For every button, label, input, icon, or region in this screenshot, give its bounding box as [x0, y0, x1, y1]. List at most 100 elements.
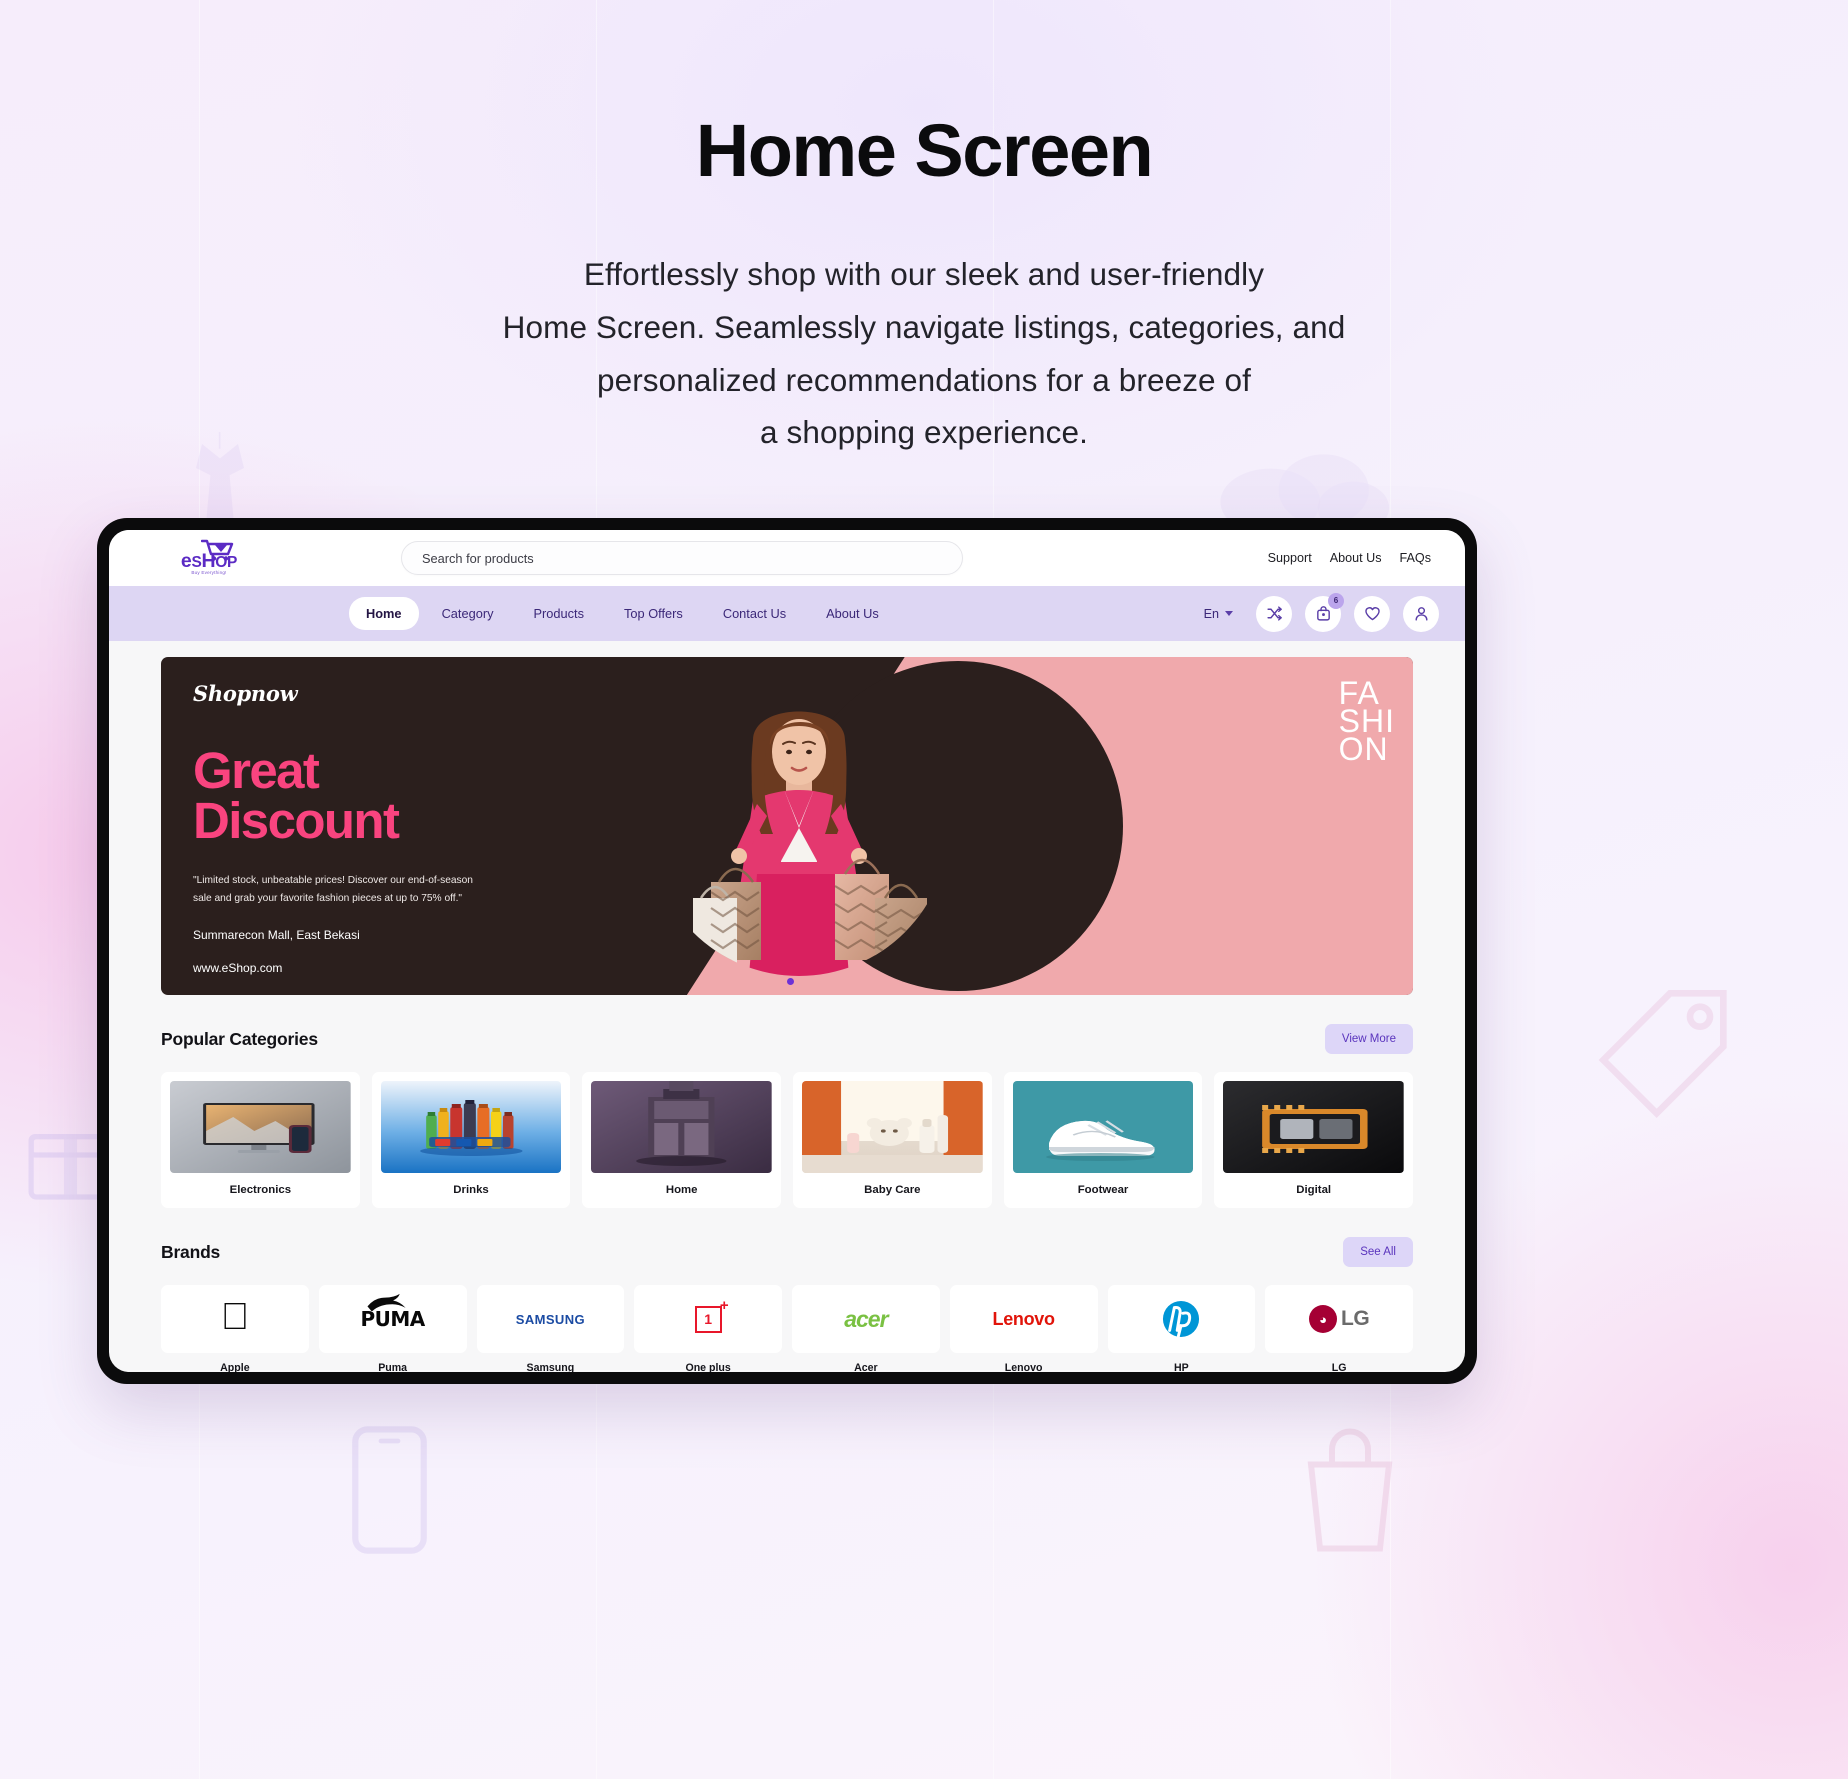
- page-title: Home Screen: [695, 109, 1154, 192]
- category-card-baby-care[interactable]: Baby Care: [793, 1072, 992, 1208]
- brands-section-header: Brands See All: [161, 1237, 1413, 1267]
- view-more-button[interactable]: View More: [1324, 1024, 1413, 1054]
- categories-row: Electronics Drinks Home Baby Care Footwe…: [161, 1072, 1414, 1208]
- brand-card-lg[interactable]: ◕ LG LG: [1265, 1285, 1413, 1372]
- header-link-about-us[interactable]: About Us: [1330, 551, 1382, 565]
- brand-logo-box: 1: [634, 1285, 782, 1353]
- category-thumbnail: [802, 1081, 983, 1173]
- category-thumbnail: [1223, 1081, 1405, 1173]
- wishlist-button[interactable]: [1354, 595, 1390, 632]
- category-thumbnail: [170, 1081, 351, 1173]
- nav-item-category[interactable]: Category: [425, 597, 511, 630]
- page-subtitle: Effortlessly shop with our sleek and use…: [0, 248, 1848, 460]
- app-screen: eSHOP Buy Everything! Search for product…: [109, 530, 1465, 1372]
- nav-actions: En 6: [1204, 592, 1439, 632]
- category-card-footwear[interactable]: Footwear: [1003, 1072, 1203, 1208]
- see-all-button[interactable]: See All: [1343, 1237, 1413, 1267]
- brands-row:  Apple PUMA Puma SAMSUNG: [161, 1285, 1413, 1372]
- main-navbar: Home Category Products Top Offers Contac…: [109, 586, 1465, 641]
- eshop-logo[interactable]: eSHOP Buy Everything!: [109, 539, 309, 577]
- brand-label: Apple: [220, 1362, 250, 1372]
- carousel-dot[interactable]: [787, 978, 794, 985]
- nav-item-about-us[interactable]: About Us: [809, 597, 896, 630]
- banner-url: www.eShop.com: [193, 961, 283, 975]
- brand-logo-box: acer: [792, 1285, 940, 1353]
- app-header: eSHOP Buy Everything! Search for product…: [109, 530, 1465, 586]
- compare-button[interactable]: [1256, 595, 1292, 632]
- page-subtitle-line: Effortlessly shop with our sleek and use…: [583, 255, 1265, 292]
- header-links: Support About Us FAQs: [1268, 551, 1437, 565]
- brand-card-lenovo[interactable]: Lenovo Lenovo: [949, 1285, 1098, 1372]
- hp-logo-icon: [1163, 1300, 1200, 1338]
- category-card-electronics[interactable]: Electronics: [161, 1072, 360, 1208]
- user-account-icon: [1414, 607, 1428, 621]
- acer-logo-icon: acer: [844, 1305, 888, 1332]
- header-link-support[interactable]: Support: [1268, 551, 1312, 565]
- page-subtitle-line: personalized recommendations for a breez…: [596, 361, 1251, 398]
- baby-care-image: [802, 1081, 983, 1173]
- brand-logo-box: : [161, 1285, 309, 1353]
- brand-card-apple[interactable]:  Apple: [161, 1285, 309, 1372]
- logo-wordmark: eSHOP: [180, 550, 238, 572]
- brand-card-oneplus[interactable]: 1 One plus: [634, 1285, 782, 1372]
- brand-label: Lenovo: [1004, 1362, 1043, 1372]
- category-label: Home: [665, 1184, 698, 1196]
- search-placeholder: Search for products: [422, 550, 534, 566]
- apple-logo-icon: : [221, 1298, 250, 1336]
- nav-item-top-offers[interactable]: Top Offers: [607, 597, 700, 630]
- brand-card-acer[interactable]: acer Acer: [792, 1285, 940, 1372]
- brand-label: Acer: [854, 1362, 878, 1372]
- category-card-drinks[interactable]: Drinks: [371, 1072, 571, 1208]
- category-thumbnail: [1012, 1081, 1194, 1173]
- category-label: Drinks: [453, 1184, 489, 1196]
- brand-label: Puma: [378, 1362, 408, 1372]
- cart-button[interactable]: 6: [1305, 592, 1344, 632]
- banner-text-block: Shopnow Great Discount "Limited stock, u…: [161, 657, 837, 995]
- brand-card-hp[interactable]: HP: [1107, 1285, 1256, 1372]
- brand-logo-box: [1107, 1285, 1256, 1353]
- fashion-line-3: ON: [1338, 731, 1389, 768]
- brand-logo-box: Lenovo: [949, 1285, 1098, 1353]
- brand-logo-box: PUMA: [318, 1285, 467, 1353]
- banner-headline-line2: Discount: [193, 791, 400, 849]
- page-subtitle-line: a shopping experience.: [760, 414, 1088, 451]
- shopping-bag-icon: [1316, 606, 1330, 621]
- oneplus-logo-icon: 1: [694, 1297, 729, 1333]
- banner-headline: Great Discount: [193, 745, 837, 849]
- intro-block: Home Screen Effortlessly shop with our s…: [0, 0, 1848, 459]
- category-card-digital[interactable]: Digital: [1214, 1072, 1414, 1208]
- puma-cat-icon: [367, 1293, 407, 1311]
- nav-item-products[interactable]: Products: [517, 597, 602, 630]
- banner-location: Summarecon Mall, East Bekasi: [193, 927, 360, 942]
- drinks-image: [380, 1081, 562, 1173]
- search-input[interactable]: Search for products: [401, 541, 963, 575]
- brand-label: Samsung: [526, 1362, 575, 1372]
- banner-fashion-text: FA SHI ON: [1338, 677, 1395, 768]
- nav-items: Home Category Products Top Offers Contac…: [349, 597, 896, 630]
- brand-card-puma[interactable]: PUMA Puma: [318, 1285, 467, 1372]
- logo-mark: eSHOP Buy Everything!: [167, 539, 251, 577]
- promo-banner[interactable]: Shopnow Great Discount "Limited stock, u…: [161, 657, 1413, 995]
- categories-title: Popular Categories: [161, 1028, 318, 1049]
- category-thumbnail: [380, 1081, 562, 1173]
- puma-logo-icon: PUMA: [360, 1293, 425, 1331]
- account-button[interactable]: [1403, 595, 1439, 632]
- header-link-faqs[interactable]: FAQs: [1400, 551, 1432, 565]
- category-card-home[interactable]: Home: [582, 1072, 782, 1208]
- device-frame: eSHOP Buy Everything! Search for product…: [97, 518, 1477, 1384]
- logo-tagline: Buy Everything!: [191, 570, 227, 575]
- brand-label: LG: [1331, 1362, 1347, 1372]
- footwear-image: [1012, 1081, 1194, 1173]
- brand-logo-box: ◕ LG: [1265, 1285, 1413, 1353]
- category-label: Electronics: [229, 1184, 292, 1196]
- category-label: Digital: [1296, 1184, 1332, 1196]
- brand-card-samsung[interactable]: SAMSUNG Samsung: [476, 1285, 625, 1372]
- nav-item-home[interactable]: Home: [349, 597, 419, 630]
- banner-description: "Limited stock, unbeatable prices! Disco…: [193, 874, 473, 904]
- samsung-logo-icon: SAMSUNG: [515, 1311, 585, 1327]
- language-selector[interactable]: En: [1204, 607, 1233, 621]
- cart-badge: 6: [1328, 592, 1344, 609]
- digital-image: [1223, 1081, 1405, 1173]
- nav-item-contact-us[interactable]: Contact Us: [706, 597, 803, 630]
- category-label: Footwear: [1077, 1184, 1129, 1196]
